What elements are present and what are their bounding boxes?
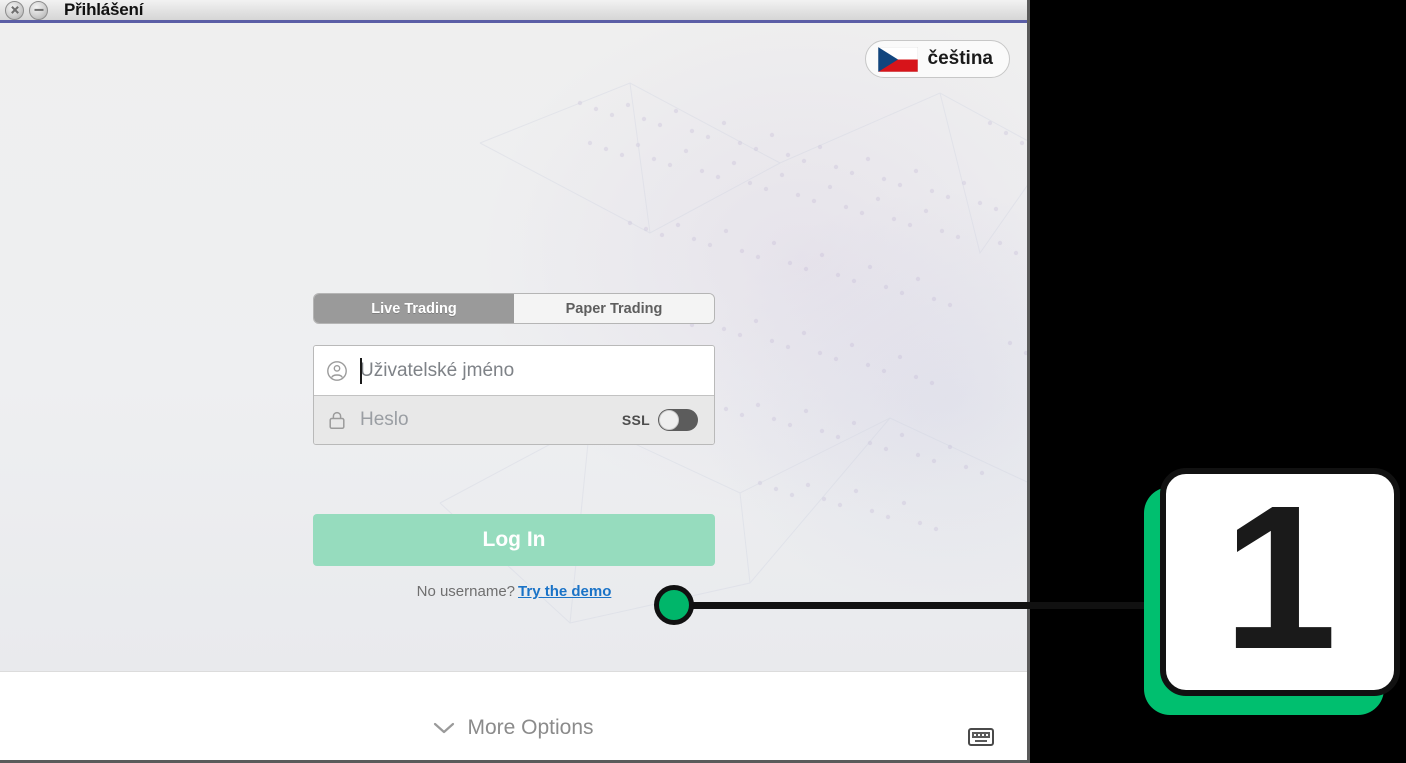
language-label: čeština xyxy=(927,48,993,69)
ssl-toggle[interactable] xyxy=(658,409,698,431)
annotation-connector-line xyxy=(690,602,1160,609)
tab-live-trading[interactable]: Live Trading xyxy=(314,294,514,323)
username-row[interactable] xyxy=(314,346,714,395)
text-cursor xyxy=(360,358,362,384)
more-options-button[interactable]: More Options xyxy=(0,716,1027,740)
lock-icon xyxy=(314,409,360,431)
credentials-group: SSL xyxy=(313,345,715,445)
try-the-demo-link[interactable]: Try the demo xyxy=(518,583,611,600)
demo-prompt-text: No username? xyxy=(416,583,516,600)
ssl-label: SSL xyxy=(621,412,650,428)
annotation-badge: 1 xyxy=(1160,468,1400,696)
login-body: čeština Live Trading Paper Trading Uživa… xyxy=(0,23,1027,671)
ssl-toggle-knob xyxy=(659,410,679,430)
minimize-icon[interactable] xyxy=(29,0,48,20)
trading-mode-tabs: Live Trading Paper Trading xyxy=(313,293,715,324)
username-input[interactable] xyxy=(360,346,714,395)
keyboard-icon[interactable] xyxy=(968,728,994,746)
chevron-down-icon xyxy=(434,722,455,734)
annotation-number: 1 xyxy=(1222,462,1337,692)
password-input[interactable] xyxy=(360,396,622,444)
close-icon[interactable] xyxy=(5,0,24,20)
tab-paper-trading[interactable]: Paper Trading xyxy=(514,294,714,323)
login-card: Live Trading Paper Trading Uživatelské j… xyxy=(313,293,715,600)
window-footer: More Options xyxy=(0,671,1027,760)
user-icon xyxy=(314,360,360,382)
annotation-target-dot xyxy=(654,585,694,625)
ssl-toggle-group[interactable]: SSL xyxy=(622,409,698,431)
login-window: Přihlášení čeština Live Trading Paper Tr… xyxy=(0,0,1030,763)
password-row[interactable]: SSL xyxy=(314,395,714,444)
window-title: Přihlášení xyxy=(64,0,144,19)
title-bar: Přihlášení xyxy=(0,0,1027,23)
czech-flag-icon xyxy=(877,46,918,72)
language-selector[interactable]: čeština xyxy=(864,40,1010,78)
more-options-label: More Options xyxy=(467,716,594,739)
login-button[interactable]: Log In xyxy=(313,514,715,566)
